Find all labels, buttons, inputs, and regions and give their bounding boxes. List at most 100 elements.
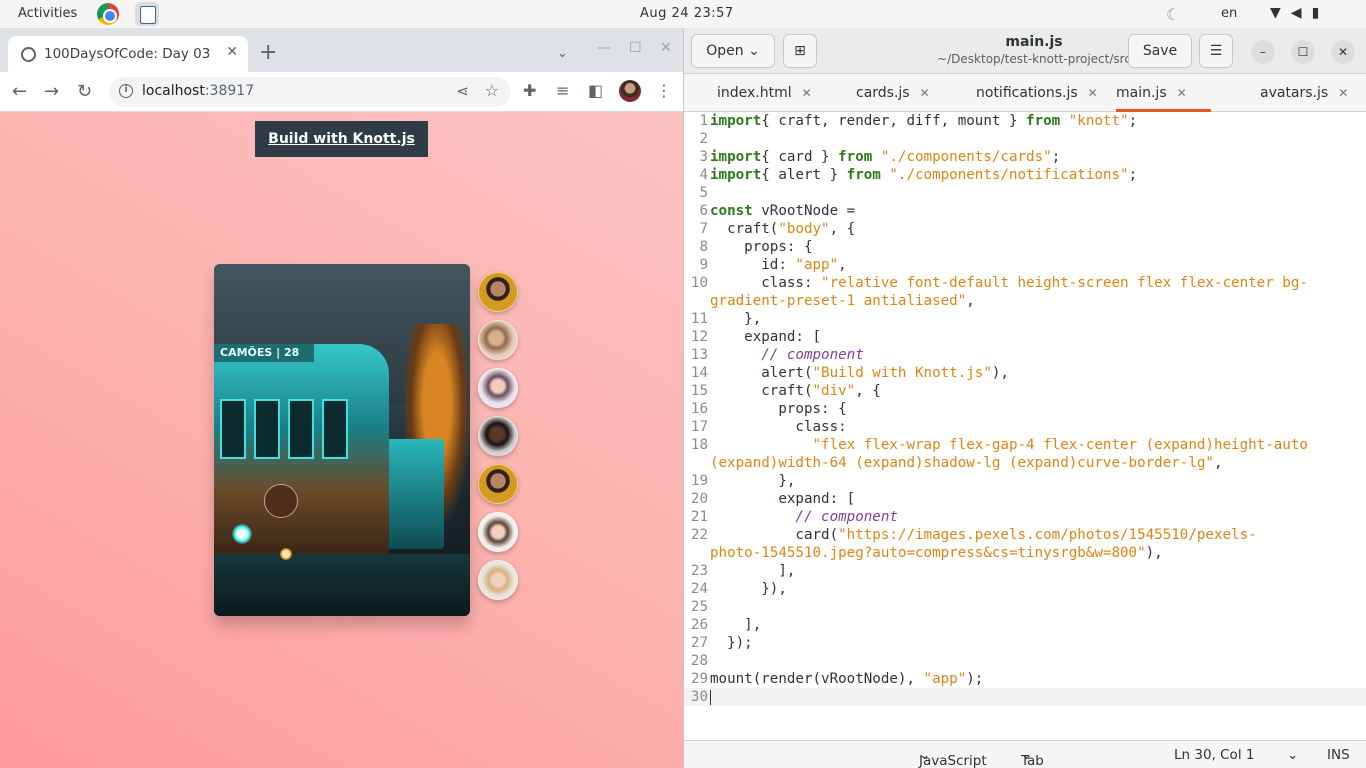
tab-notifications-js[interactable]: notifications.js ✕: [976, 74, 1098, 112]
open-button[interactable]: Open ⌄: [691, 34, 775, 68]
status-bar: JavaScript ⌄ Tab Width: 2 ⌄ Ln 30, Col 1…: [684, 740, 1366, 768]
line-number: 12: [690, 329, 708, 345]
chrome-app-icon[interactable]: [97, 3, 119, 25]
code-line: class:: [710, 419, 847, 435]
code-line: class: "relative font-default height-scr…: [710, 275, 1308, 291]
maximize-icon[interactable]: ☐: [629, 40, 642, 56]
language-selector[interactable]: JavaScript ⌄: [919, 747, 987, 768]
tab-index-html[interactable]: index.html ✕: [717, 74, 812, 112]
close-tab-icon[interactable]: ✕: [1088, 86, 1098, 100]
line-number: 17: [690, 419, 708, 435]
line-number: 13: [690, 347, 708, 363]
site-info-icon[interactable]: i: [119, 84, 133, 98]
tram-window: [254, 399, 280, 459]
tab-cards-js[interactable]: cards.js ✕: [856, 74, 930, 112]
avatar[interactable]: [478, 272, 518, 312]
close-window-icon[interactable]: ✕: [660, 40, 672, 56]
code-line: gradient-preset-1 antialiased",: [710, 293, 975, 309]
close-tab-icon[interactable]: ✕: [920, 86, 930, 100]
page-viewport: Build with Knott.js CAMÕES | 28: [0, 112, 683, 768]
menu-kebab-icon[interactable]: ⋮: [656, 81, 672, 100]
minimize-icon[interactable]: —: [597, 40, 611, 56]
close-tab-icon[interactable]: ✕: [1338, 86, 1348, 100]
line-number: 30: [690, 689, 708, 705]
line-number: 10: [690, 275, 708, 291]
avatar[interactable]: [478, 560, 518, 600]
line-number: 29: [690, 671, 708, 687]
extensions-icon[interactable]: ✚: [523, 81, 536, 100]
close-window-icon[interactable]: ✕: [1331, 40, 1355, 64]
back-icon[interactable]: ←: [12, 81, 27, 102]
chevron-down-icon[interactable]: ⌄: [557, 46, 568, 61]
new-tab-icon: ⊞: [794, 43, 806, 59]
code-line: id: "app",: [710, 257, 847, 273]
code-line: craft("body", {: [710, 221, 856, 237]
code-line: craft("div", {: [710, 383, 881, 399]
line-number: 7: [699, 221, 708, 237]
avatar[interactable]: [478, 512, 518, 552]
profile-avatar[interactable]: [619, 80, 641, 102]
close-tab-icon[interactable]: ✕: [226, 44, 238, 60]
media-control-icon[interactable]: ≡: [556, 81, 569, 100]
share-icon[interactable]: ⋖: [456, 82, 469, 100]
line-number: 24: [690, 581, 708, 597]
code-line: import{ alert } from "./components/notif…: [710, 167, 1138, 183]
card-photo-tram-rear: [384, 439, 444, 549]
code-line: // component: [761, 347, 864, 363]
activities-button[interactable]: Activities: [18, 6, 77, 21]
input-language-indicator[interactable]: en: [1221, 6, 1237, 21]
cursor-position[interactable]: Ln 30, Col 1: [1174, 747, 1254, 763]
avatar[interactable]: [478, 320, 518, 360]
close-tab-icon[interactable]: ✕: [802, 86, 812, 100]
avatar[interactable]: [478, 464, 518, 504]
hamburger-menu-button[interactable]: ☰: [1199, 34, 1233, 68]
code-line: photo-1545510.jpeg?auto=compress&cs=tiny…: [710, 545, 1163, 561]
avatar[interactable]: [478, 416, 518, 456]
reload-icon[interactable]: ↻: [77, 81, 92, 102]
bookmark-star-icon[interactable]: ☆: [485, 81, 499, 100]
image-card[interactable]: CAMÕES | 28: [214, 264, 470, 616]
document-title: main.js: [1005, 34, 1063, 50]
clock[interactable]: Aug 24 23:57: [640, 6, 734, 21]
close-tab-icon[interactable]: ✕: [1177, 86, 1187, 100]
chevron-down-icon: ⌄: [748, 43, 760, 59]
battery-icon: ▮: [1311, 5, 1320, 21]
browser-tab[interactable]: 100DaysOfCode: Day 03 ✕: [8, 36, 248, 72]
maximize-icon[interactable]: ☐: [1291, 40, 1315, 64]
chevron-down-icon[interactable]: ⌄: [1287, 747, 1298, 763]
save-button[interactable]: Save: [1128, 34, 1192, 68]
wifi-icon: ▼: [1270, 5, 1281, 21]
tram-logo: [264, 484, 298, 518]
line-number: 4: [699, 167, 708, 183]
side-panel-icon[interactable]: ◧: [588, 81, 603, 100]
new-document-button[interactable]: ⊞: [783, 34, 817, 68]
line-number: 9: [699, 257, 708, 273]
tram-lamp: [280, 548, 292, 560]
address-bar[interactable]: i localhost:38917 ⋖ ☆: [109, 77, 511, 107]
line-number: 22: [690, 527, 708, 543]
tab-avatars-js[interactable]: avatars.js ✕: [1260, 74, 1348, 112]
code-editor[interactable]: 1 2 3 4 5 6 7 8 9 10 11 12 13 14 15 16 17 18 19 20 21 22 23 24 2…: [684, 112, 1366, 738]
line-number: 21: [690, 509, 708, 525]
code-line: import{ card } from "./components/cards"…: [710, 149, 1061, 165]
tab-width-selector[interactable]: Tab Width: 2 ⌄: [1021, 747, 1044, 768]
alert-banner[interactable]: Build with Knott.js: [255, 121, 428, 157]
code-line: ],: [710, 563, 796, 579]
minimize-icon[interactable]: –: [1251, 40, 1275, 64]
tram-window: [322, 399, 348, 459]
code-line: import{ craft, render, diff, mount } fro…: [710, 113, 1138, 129]
tab-main-js[interactable]: main.js ✕: [1116, 74, 1211, 112]
text-editor-app-icon[interactable]: [135, 2, 159, 26]
system-tray[interactable]: ▼ ◀ ▮: [1270, 5, 1329, 21]
forward-icon[interactable]: →: [44, 81, 59, 102]
card-photo-street: [214, 554, 470, 616]
avatar[interactable]: [478, 368, 518, 408]
night-light-icon: ☾: [1166, 5, 1181, 24]
tram-headlight: [232, 524, 252, 544]
line-number: 18: [690, 437, 708, 453]
code-line: });: [710, 635, 753, 651]
new-tab-button[interactable]: +: [259, 42, 277, 64]
line-number: 1: [699, 113, 708, 129]
code-line: // component: [795, 509, 898, 525]
line-number: 11: [690, 311, 708, 327]
